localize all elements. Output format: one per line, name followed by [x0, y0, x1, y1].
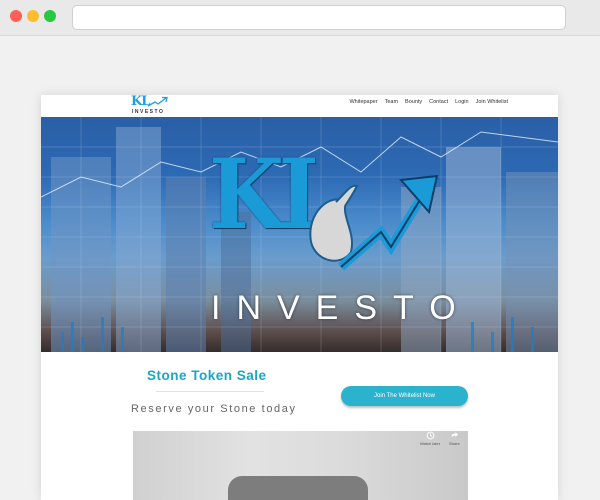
bird-arrow-logo-icon: [309, 174, 439, 271]
logo-subtext: INVESTO: [132, 109, 165, 115]
nav-join-whitelist[interactable]: Join Whitelist: [476, 99, 508, 105]
maximize-window-button[interactable]: [44, 10, 56, 22]
sale-heading: Stone Token Sale: [147, 368, 267, 383]
watch-later-control[interactable]: Watch later: [420, 431, 440, 446]
nav-team[interactable]: Team: [385, 99, 398, 105]
sale-tagline: Reserve your Stone today: [131, 403, 297, 415]
arrow-logo-icon: [147, 96, 168, 107]
nav-login[interactable]: Login: [455, 99, 468, 105]
site-logo[interactable]: KL INVESTO: [131, 95, 173, 116]
clock-icon: [426, 431, 434, 440]
site-header: KL INVESTO Whitepaper Team Bounty Contac…: [41, 95, 558, 117]
watch-later-label: Watch later: [420, 441, 441, 446]
address-bar[interactable]: [72, 5, 566, 30]
minimize-window-button[interactable]: [27, 10, 39, 22]
nav-bounty[interactable]: Bounty: [405, 99, 422, 105]
share-control[interactable]: Share: [449, 431, 460, 446]
video-embed[interactable]: Watch later Share: [133, 431, 468, 500]
join-whitelist-button[interactable]: Join The Whitelist Now: [341, 386, 468, 406]
share-icon: [451, 432, 458, 438]
video-frame-content: [228, 476, 368, 500]
nav-contact[interactable]: Contact: [429, 99, 448, 105]
close-window-button[interactable]: [10, 10, 22, 22]
web-page: KL INVESTO Whitepaper Team Bounty Contac…: [41, 95, 558, 500]
nav-whitepaper[interactable]: Whitepaper: [349, 99, 377, 105]
hero-subtitle: INVESTO: [211, 289, 472, 327]
heading-divider: [156, 391, 264, 392]
hero-banner: KL INVESTO: [41, 117, 558, 352]
share-label: Share: [449, 441, 460, 446]
main-nav: Whitepaper Team Bounty Contact Login Joi…: [349, 99, 508, 105]
browser-chrome: [0, 0, 600, 36]
